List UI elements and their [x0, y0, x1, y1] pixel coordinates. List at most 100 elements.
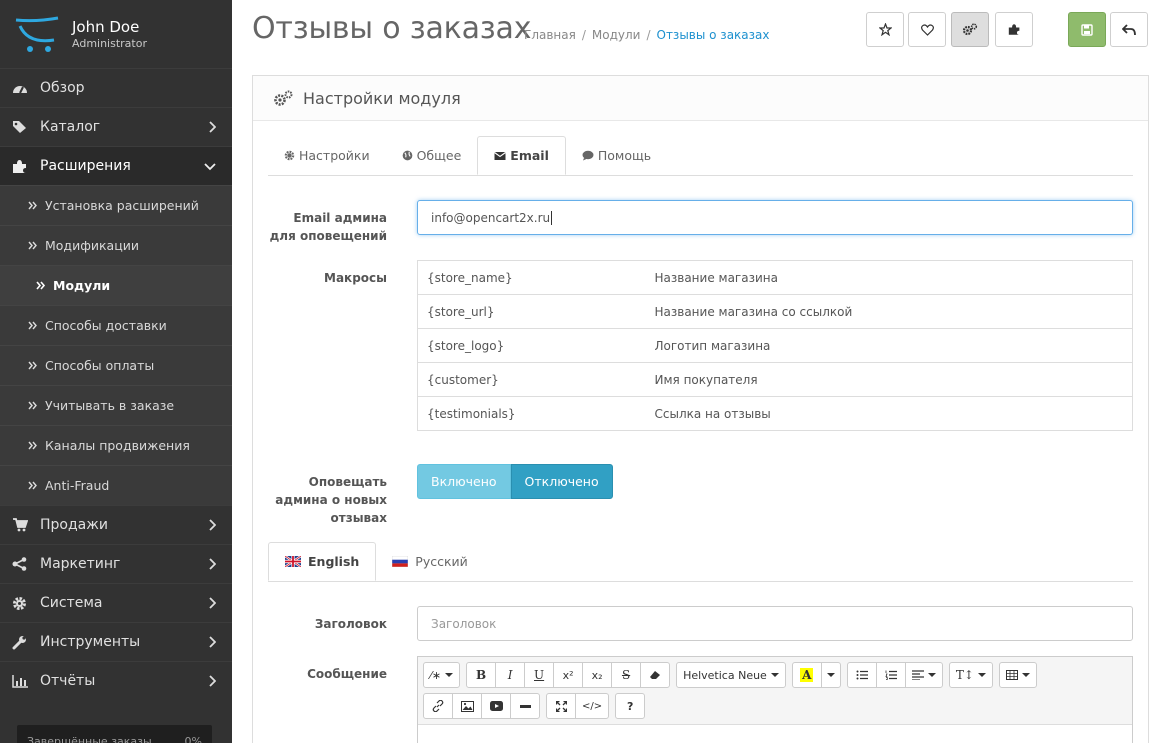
macro-code: {store_name}	[417, 260, 646, 295]
minus-icon	[519, 704, 531, 708]
chevron-right-icon	[209, 636, 216, 648]
envelope-icon	[494, 151, 507, 160]
macro-code: {customer}	[417, 362, 646, 397]
sidebar-subitem-label: Модули	[53, 278, 111, 293]
notify-on-button[interactable]: Включено	[417, 464, 511, 499]
subject-input[interactable]: Заголовок	[417, 606, 1133, 641]
sidebar-subitem-modifications[interactable]: Модификации	[0, 225, 232, 265]
insert-image-button[interactable]	[452, 693, 482, 719]
sidebar-item-label: Инструменты	[40, 634, 141, 650]
tab-language-russian[interactable]: Русский	[376, 542, 483, 581]
paragraph-align-dropdown[interactable]	[904, 662, 943, 688]
table-row: {store_url} Название магазина со ссылкой	[417, 294, 1133, 329]
double-chevron-icon	[28, 401, 45, 410]
unordered-list-button[interactable]	[846, 662, 877, 688]
insert-link-button[interactable]	[423, 693, 453, 719]
cart-icon	[12, 518, 40, 532]
font-family-value: Helvetica Neue	[683, 668, 767, 682]
sidebar-subitem-anti-fraud[interactable]: Anti-Fraud	[0, 465, 232, 505]
font-size-dropdown[interactable]: T↕	[948, 662, 993, 688]
macro-description: Логотип магазина	[645, 328, 1133, 363]
strikethrough-button[interactable]: S	[611, 662, 642, 688]
fullscreen-button[interactable]	[546, 693, 576, 719]
breadcrumb-separator: /	[581, 28, 586, 42]
admin-email-input[interactable]: info@opencart2x.ru	[417, 200, 1133, 235]
style-dropdown-button[interactable]: ⁄∗	[423, 662, 461, 688]
sidebar-subitem-modules[interactable]: Модули	[0, 265, 232, 305]
tab-language-english[interactable]: English	[268, 542, 377, 581]
sidebar-item-extensions[interactable]: Расширения	[0, 146, 232, 185]
sidebar-subitem-order-totals[interactable]: Учитывать в заказе	[0, 385, 232, 425]
sidebar-item-tools[interactable]: Инструменты	[0, 622, 232, 661]
tab-label: Настройки	[299, 148, 370, 163]
extension-button[interactable]	[995, 12, 1033, 47]
sidebar-item-label: Расширения	[40, 158, 131, 174]
tab-label: Общее	[416, 148, 462, 163]
admin-email-label: Email админа для оповещений	[269, 211, 387, 243]
double-chevron-icon	[28, 361, 45, 370]
tab-email[interactable]: Email	[477, 136, 566, 175]
save-button[interactable]	[1068, 12, 1106, 47]
rate-button[interactable]	[866, 12, 904, 47]
notify-off-button[interactable]: Отключено	[510, 464, 613, 499]
horizontal-rule-button[interactable]	[510, 693, 540, 719]
notify-admin-label: Оповещать админа о новых отзывах	[275, 475, 387, 525]
sidebar-subitem-installer[interactable]: Установка расширений	[0, 185, 232, 225]
subscript-button[interactable]: x₂	[582, 662, 613, 688]
user-name: John Doe	[72, 17, 140, 36]
double-chevron-icon	[28, 201, 45, 210]
tab-settings[interactable]: Настройки	[268, 136, 386, 175]
back-button[interactable]	[1110, 12, 1148, 47]
sidebar-item-dashboard[interactable]: Обзор	[0, 68, 232, 107]
message-label: Сообщение	[307, 667, 387, 681]
list-ul-icon	[856, 670, 868, 680]
sidebar-item-reports[interactable]: Отчёты	[0, 661, 232, 700]
sidebar-subitem-label: Установка расширений	[45, 198, 199, 213]
bold-button[interactable]: B	[466, 662, 497, 688]
save-icon	[1081, 23, 1093, 36]
sidebar-subitem-label: Способы оплаты	[45, 358, 155, 373]
favorite-button[interactable]	[908, 12, 946, 47]
breadcrumb-current[interactable]: Отзывы о заказах	[657, 28, 770, 42]
editor-toolbar: ⁄∗ B I U x² x₂ S Helvetica Neue A T↕ </>…	[418, 657, 1132, 725]
chevron-right-icon	[209, 558, 216, 570]
user-profile[interactable]: John Doe Administrator	[0, 0, 232, 68]
admin-email-value: info@opencart2x.ru	[431, 210, 551, 225]
tab-general[interactable]: Общее	[386, 136, 478, 175]
tab-label: Русский	[415, 554, 468, 569]
link-icon	[432, 700, 444, 712]
sidebar-subitem-shipping[interactable]: Способы доставки	[0, 305, 232, 345]
expand-icon	[555, 700, 567, 712]
russia-flag-icon	[392, 556, 409, 567]
breadcrumb-home[interactable]: Главная	[524, 28, 576, 42]
text-color-dropdown[interactable]	[820, 662, 841, 688]
double-chevron-icon	[28, 481, 45, 490]
underline-button[interactable]: U	[524, 662, 555, 688]
font-family-dropdown[interactable]: Helvetica Neue	[676, 662, 786, 688]
sidebar-item-catalog[interactable]: Каталог	[0, 107, 232, 146]
ordered-list-button[interactable]	[875, 662, 906, 688]
panel-title: Настройки модуля	[303, 88, 461, 108]
insert-video-button[interactable]	[481, 693, 511, 719]
help-button[interactable]: ?	[615, 693, 646, 719]
tab-help[interactable]: Помощь	[566, 136, 667, 175]
table-dropdown[interactable]	[998, 662, 1037, 688]
sidebar-item-marketing[interactable]: Маркетинг	[0, 544, 232, 583]
sidebar-item-system[interactable]: Система	[0, 583, 232, 622]
text-cursor	[551, 210, 553, 225]
superscript-button[interactable]: x²	[553, 662, 584, 688]
sidebar-subitem-payments[interactable]: Способы оплаты	[0, 345, 232, 385]
sidebar-item-label: Система	[40, 595, 103, 611]
globe-icon	[402, 150, 412, 161]
code-view-button[interactable]: </>	[575, 693, 610, 719]
sidebar-subitem-label: Каналы продвижения	[45, 438, 190, 453]
sidebar-item-sales[interactable]: Продажи	[0, 505, 232, 544]
eraser-button[interactable]	[640, 662, 671, 688]
settings-button[interactable]	[951, 12, 989, 47]
table-row: {store_name} Название магазина	[417, 260, 1133, 295]
chevron-down-icon	[204, 163, 216, 171]
italic-button[interactable]: I	[495, 662, 526, 688]
breadcrumb-modules[interactable]: Модули	[592, 28, 641, 42]
text-color-button[interactable]: A	[791, 662, 822, 688]
sidebar-subitem-feeds[interactable]: Каналы продвижения	[0, 425, 232, 465]
